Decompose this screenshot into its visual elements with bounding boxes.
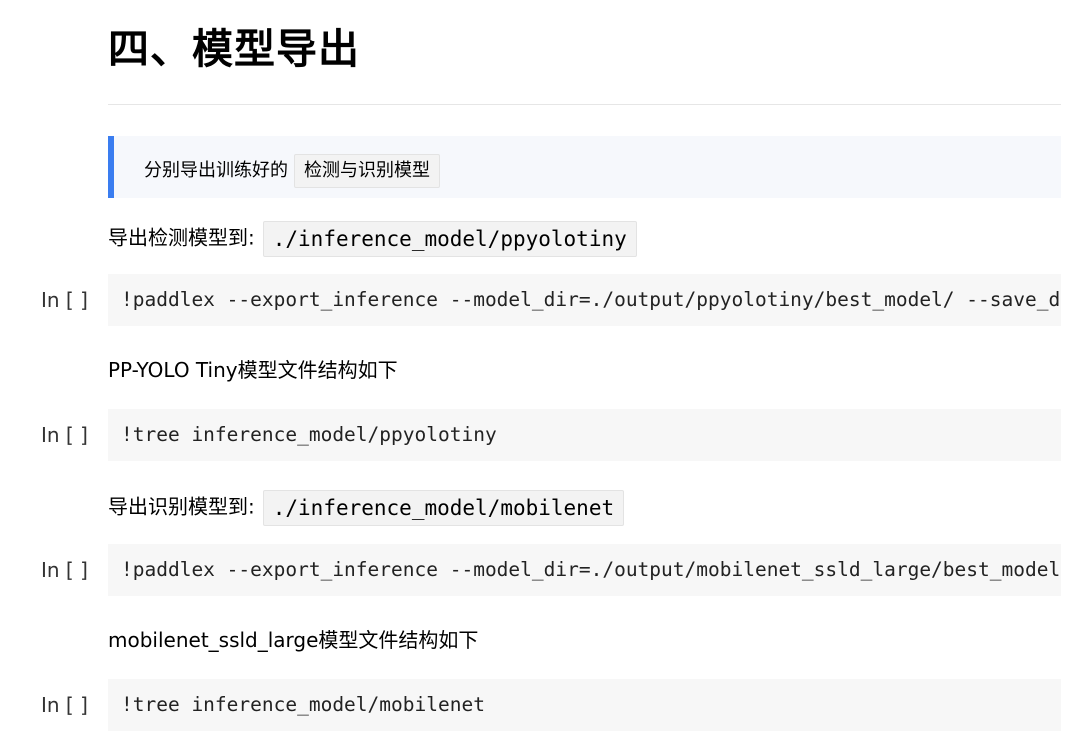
markdown-ppyolo-structure: PP-YOLO Tiny模型文件结构如下 [108,356,398,384]
markdown-mobilenet-structure: mobilenet_ssld_large模型文件结构如下 [108,626,478,654]
cell-code[interactable]: !paddlex --export_inference --model_dir=… [121,287,1061,313]
markdown-text: PP-YOLO Tiny模型文件结构如下 [108,358,398,382]
inline-code-path: ./inference_model/mobilenet [262,490,625,526]
code-cell-tree-mobilenet[interactable]: !tree inference_model/mobilenet [108,679,1061,731]
note-text: 分别导出训练好的 检测与识别模型 [144,154,440,188]
markdown-export-detection: 导出检测模型到: ./inference_model/ppyolotiny [108,221,637,257]
code-cell-export-recognition[interactable]: !paddlex --export_inference --model_dir=… [108,544,1061,596]
markdown-text: 导出识别模型到: [108,494,255,519]
cell-prompt: In [ ] [41,423,88,447]
cell-prompt: In [ ] [41,558,88,582]
heading-divider [108,104,1061,105]
cell-prompt: In [ ] [41,288,88,312]
cell-code[interactable]: !tree inference_model/ppyolotiny [121,422,497,448]
code-cell-export-detection[interactable]: !paddlex --export_inference --model_dir=… [108,274,1061,326]
markdown-export-recognition: 导出识别模型到: ./inference_model/mobilenet [108,490,625,526]
inline-code-path: ./inference_model/ppyolotiny [262,221,637,257]
cell-code[interactable]: !paddlex --export_inference --model_dir=… [121,557,1061,583]
note-label: 分别导出训练好的 [144,160,288,181]
cell-code[interactable]: !tree inference_model/mobilenet [121,692,485,718]
cell-prompt: In [ ] [41,693,88,717]
markdown-text: 导出检测模型到: [108,225,255,250]
section-heading: 四、模型导出 [108,25,360,73]
code-cell-tree-ppyolotiny[interactable]: !tree inference_model/ppyolotiny [108,409,1061,461]
markdown-text: mobilenet_ssld_large模型文件结构如下 [108,628,479,652]
note-inline-code: 检测与识别模型 [294,154,440,188]
note-block: 分别导出训练好的 检测与识别模型 [108,136,1061,198]
